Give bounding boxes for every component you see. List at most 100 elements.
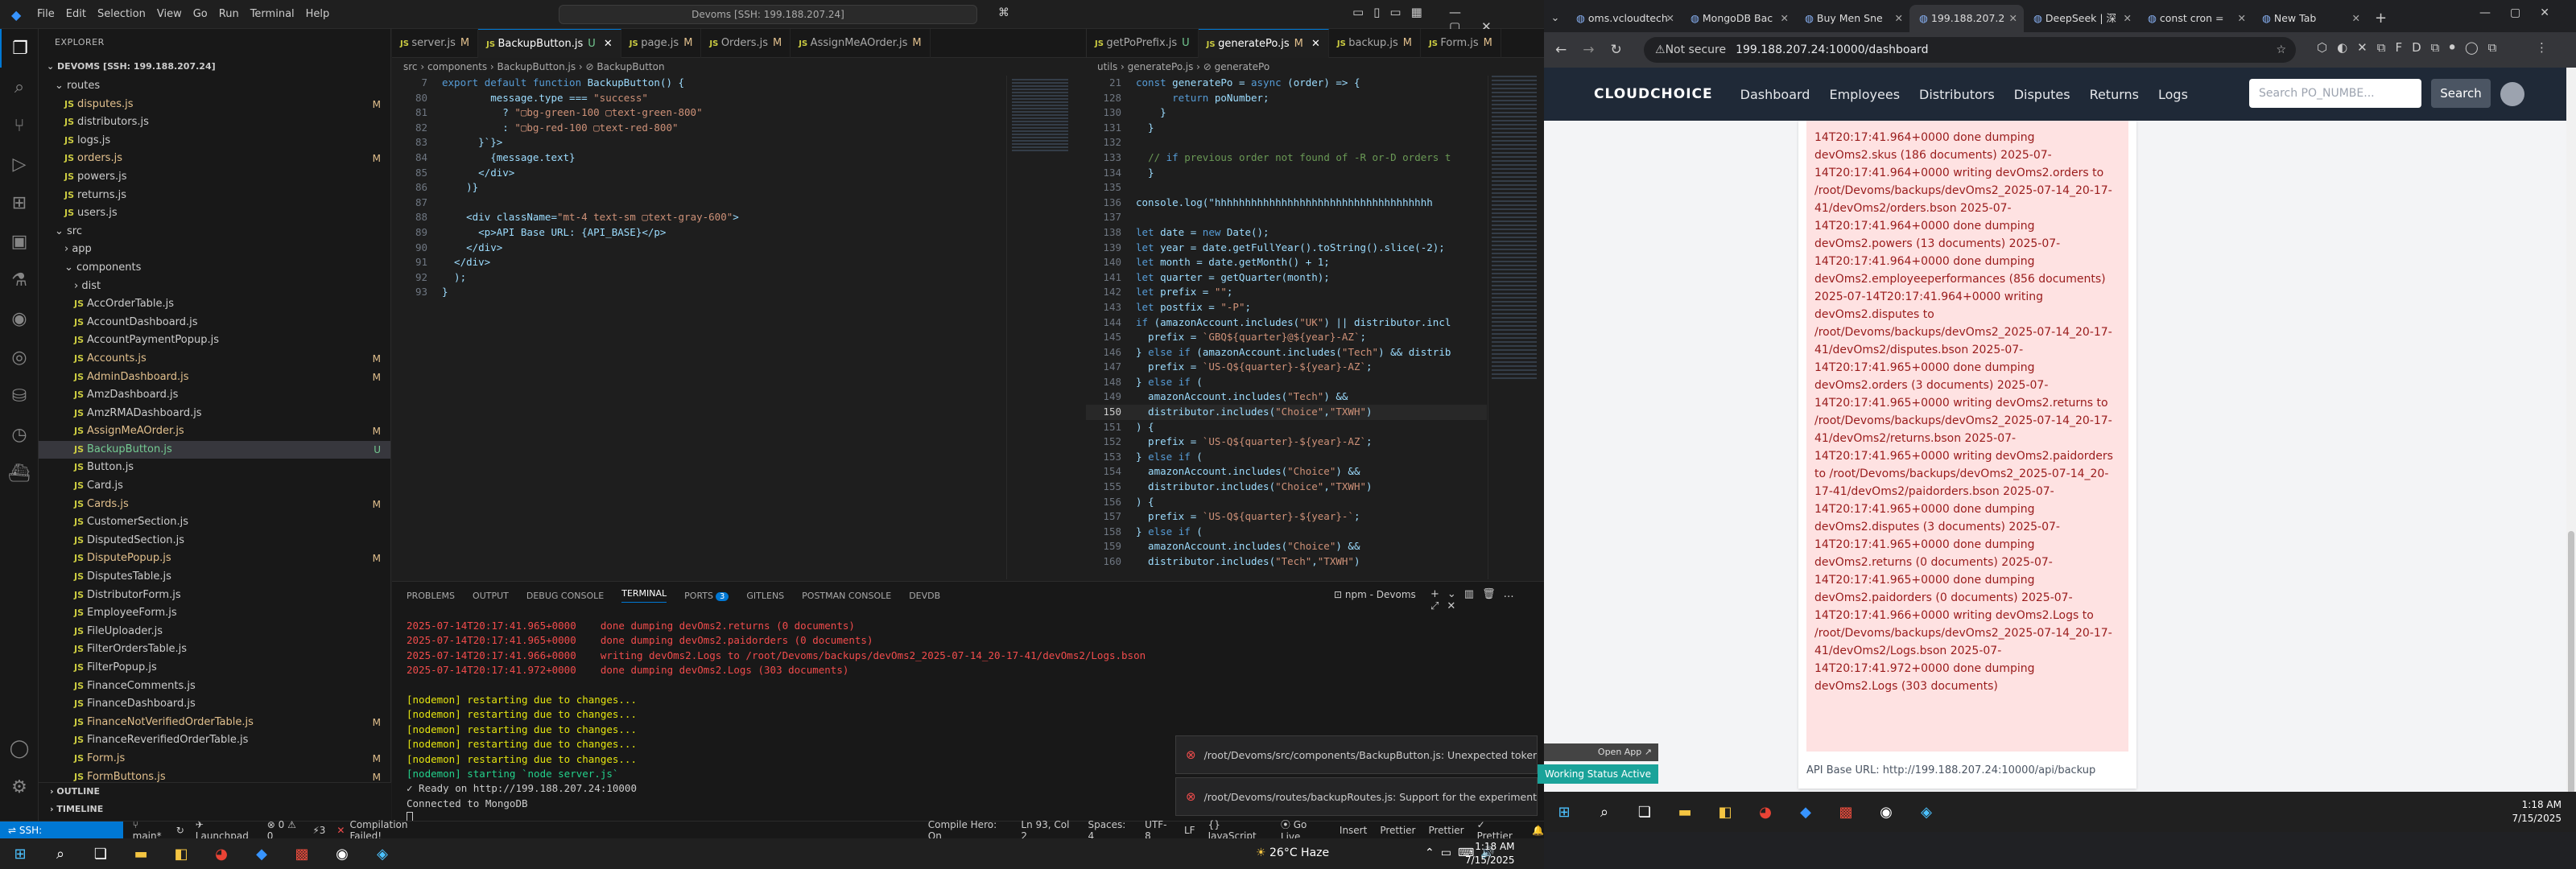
app-icon[interactable]: ◉ — [1872, 798, 1900, 826]
tree-file[interactable]: JS AdminDashboard.js M — [39, 369, 390, 387]
prettier-status[interactable]: Prettier — [1380, 825, 1415, 836]
panel-tab-gitlens[interactable]: GITLENS — [746, 591, 784, 601]
tree-folder[interactable]: › app — [39, 241, 390, 259]
database-icon[interactable]: ⛁ — [0, 377, 39, 415]
editor-tab[interactable]: JS page.js M — [621, 29, 702, 58]
working-status-badge[interactable]: Working Status Active — [1538, 764, 1658, 784]
avatar[interactable] — [2500, 82, 2524, 106]
task-view-icon[interactable]: ❏ — [1631, 798, 1658, 826]
page-scrollbar[interactable] — [2566, 68, 2576, 801]
editor-tab[interactable]: JS getPoPrefix.js U — [1087, 29, 1199, 58]
minimap-right[interactable] — [1488, 76, 1544, 579]
prettier-status[interactable]: Prettier — [1428, 825, 1463, 836]
nav-returns[interactable]: Returns — [2090, 87, 2139, 102]
tree-file[interactable]: JS DisputesTable.js — [39, 568, 390, 587]
tree-file[interactable]: JS EmployeeForm.js — [39, 604, 390, 623]
menu-file[interactable]: File — [37, 8, 55, 20]
browser-tab[interactable]: ◍ 199.188.207.2 ✕ — [1909, 5, 2024, 32]
eol[interactable]: LF — [1184, 825, 1195, 836]
tree-file[interactable]: JS Form.js M — [39, 750, 390, 768]
tree-file[interactable]: JS AmzDashboard.js — [39, 386, 390, 405]
browser-tab[interactable]: ◍ New Tab ✕ — [2252, 5, 2367, 32]
tree-file[interactable]: JS FinanceNotVerifiedOrderTable.js M — [39, 714, 390, 732]
copilot-icon[interactable]: ⌘ — [998, 6, 1009, 19]
remote-explorer-icon[interactable]: ▣ — [0, 222, 39, 261]
remote-indicator[interactable]: ⇌ SSH: 199.188.207.24 — [0, 821, 123, 854]
menu-run[interactable]: Run — [219, 8, 239, 20]
menu-icon[interactable]: ⋮ — [2536, 40, 2548, 55]
tree-folder[interactable]: › dist — [39, 278, 390, 296]
manage-gear-icon[interactable]: ⚙ — [0, 768, 39, 806]
tree-file[interactable]: JS AccountDashboard.js — [39, 314, 390, 332]
tree-file[interactable]: JS CustomerSection.js — [39, 513, 390, 532]
tree-file[interactable]: JS users.js — [39, 204, 390, 223]
bell-icon[interactable]: 🔔 — [1532, 825, 1544, 836]
workspace-root[interactable]: ⌄ DEVOMS [SSH: 199.188.207.24] — [39, 56, 390, 77]
start-icon[interactable]: ⊞ — [1550, 798, 1578, 826]
editor-left[interactable]: 7 export default function BackupButton() … — [392, 76, 1004, 579]
nav-disputes[interactable]: Disputes — [2014, 87, 2070, 102]
terminal-actions[interactable]: +⌄▥🗑…⤢✕ — [1430, 588, 1544, 612]
tree-file[interactable]: JS disputes.js M — [39, 96, 390, 114]
nav-logs[interactable]: Logs — [2158, 87, 2188, 102]
vscode-app-icon[interactable]: ◆ — [248, 840, 275, 867]
close-icon[interactable]: ✕ — [2352, 5, 2360, 32]
menu-selection[interactable]: Selection — [97, 8, 146, 20]
task-view-icon[interactable]: ❏ — [87, 840, 114, 867]
tree-file[interactable]: JS powers.js — [39, 168, 390, 187]
tree-file[interactable]: JS DisputePopup.js M — [39, 550, 390, 568]
close-icon[interactable]: ✕ — [2009, 5, 2017, 32]
start-icon[interactable]: ⊞ — [6, 840, 34, 867]
new-tab-icon[interactable]: + — [2375, 5, 2387, 32]
editor-tab[interactable]: JS backup.js M — [1329, 29, 1421, 58]
command-center[interactable]: Devoms [SSH: 199.188.207.24] — [559, 5, 977, 24]
browser-tab[interactable]: ◍ Buy Men Sne ✕ — [1795, 5, 1909, 32]
app-icon[interactable]: ◈ — [1913, 798, 1940, 826]
browser-tab[interactable]: ◍ MongoDB Bac ✕ — [1681, 5, 1795, 32]
tree-file[interactable]: JS distributors.js — [39, 113, 390, 132]
panel-tab-ports[interactable]: PORTS 3 — [684, 591, 729, 601]
forward-icon[interactable]: → — [1583, 42, 1594, 58]
reload-icon[interactable]: ↻ — [1611, 42, 1622, 58]
tree-file[interactable]: JS FilterPopup.js — [39, 659, 390, 677]
minimap-left[interactable] — [1006, 76, 1086, 579]
tree-file[interactable]: JS DistributorForm.js — [39, 587, 390, 605]
tree-file[interactable]: JS logs.js — [39, 132, 390, 150]
error-notification[interactable]: ⊗/root/Devoms/src/components/BackupButto… — [1175, 735, 1538, 774]
tree-file[interactable]: JS AccountPaymentPopup.js — [39, 332, 390, 350]
timeline-header[interactable]: › TIMELINE — [39, 801, 391, 818]
close-icon[interactable]: ✕ — [1666, 5, 1674, 32]
panel-tab-debug-console[interactable]: DEBUG CONSOLE — [526, 591, 604, 601]
bookmark-star-icon[interactable]: ☆ — [2276, 43, 2286, 56]
menu-view[interactable]: View — [157, 8, 182, 20]
extension-icons[interactable]: ⬡◐✕⧉FD⧉⏺◯⧉ — [2317, 40, 2506, 55]
menu-help[interactable]: Help — [306, 8, 330, 20]
search-icon[interactable]: ⌕ — [0, 68, 39, 106]
extensions-icon[interactable]: ⊞ — [0, 183, 39, 222]
outline-header[interactable]: › OUTLINE — [39, 783, 391, 801]
docker-icon[interactable]: ⛴ — [0, 454, 39, 492]
app-icon[interactable]: ▩ — [1832, 798, 1860, 826]
file-explorer-icon[interactable]: ▬ — [127, 840, 155, 867]
tree-file[interactable]: JS FilterOrdersTable.js — [39, 640, 390, 659]
tree-folder[interactable]: ⌄ routes — [39, 77, 390, 96]
close-icon[interactable]: ✕ — [1308, 38, 1320, 50]
panel-tab-terminal[interactable]: TERMINAL — [621, 588, 667, 603]
terminal-instance[interactable]: ⊡ npm - Devoms — [1334, 589, 1416, 600]
address-bar[interactable]: ⚠ Not secure 199.188.207.24:10000/dashbo… — [1644, 37, 2296, 63]
editor-tab[interactable]: JS server.js M — [392, 29, 479, 58]
clock[interactable]: 1:18 AM 7/15/2025 — [2512, 798, 2562, 826]
explorer-icon[interactable]: ❐ — [0, 29, 39, 68]
menu-edit[interactable]: Edit — [66, 8, 86, 20]
nav-employees[interactable]: Employees — [1829, 87, 1900, 102]
close-icon[interactable]: ✕ — [1781, 5, 1789, 32]
po-search-input[interactable]: Search PO_NUMBE... — [2249, 79, 2421, 108]
tree-file[interactable]: JS Accounts.js M — [39, 350, 390, 369]
tree-file[interactable]: JS orders.js M — [39, 150, 390, 168]
search-button[interactable]: Search — [2431, 79, 2491, 108]
app-icon[interactable]: ◈ — [369, 840, 396, 867]
insert-mode[interactable]: Insert — [1340, 825, 1367, 836]
tree-file[interactable]: JS Cards.js M — [39, 496, 390, 514]
tree-file[interactable]: JS AssignMeAOrder.js M — [39, 422, 390, 441]
ports-indicator[interactable]: ⚡3 — [312, 825, 325, 836]
